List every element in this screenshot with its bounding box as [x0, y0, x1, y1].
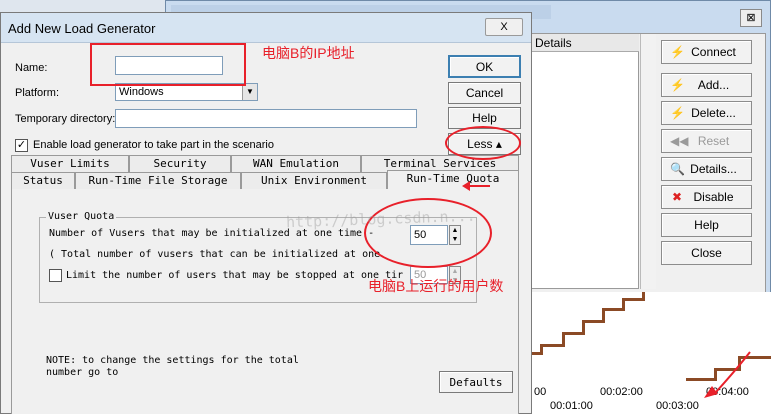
annotation-arrows	[462, 181, 751, 398]
arrow-line	[715, 351, 751, 393]
arrow-head	[704, 386, 718, 398]
arrow-head	[462, 181, 470, 191]
